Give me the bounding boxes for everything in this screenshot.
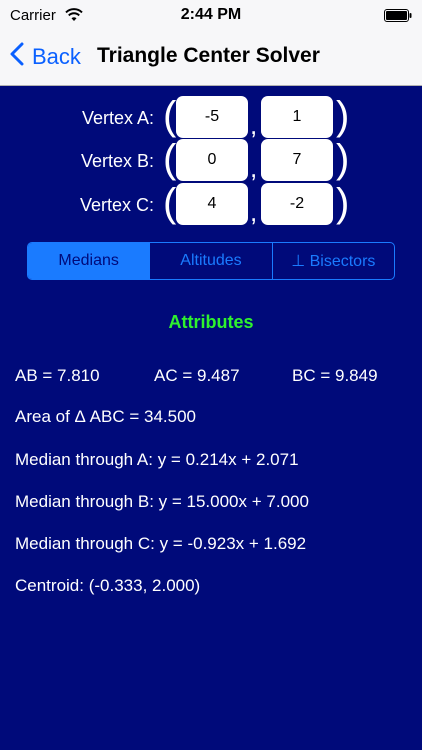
vertex-c-y-input[interactable] — [261, 183, 333, 225]
chevron-left-icon — [10, 42, 24, 72]
median-a-equation: Median through A: y = 0.214x + 2.071 — [15, 450, 299, 469]
attributes-heading: Attributes — [168, 312, 254, 332]
centroid-result: Centroid: (-0.333, 2.000) — [15, 576, 201, 595]
close-paren: ) — [336, 94, 350, 138]
vertex-b-row: Vertex B: ( , ) — [0, 137, 422, 183]
vertex-a-row: Vertex A: ( , ) — [0, 94, 422, 140]
vertex-b-y-input[interactable] — [261, 139, 333, 181]
vertex-a-label: Vertex A: — [81, 108, 154, 128]
triangle-area: Area of Δ ABC = 34.500 — [15, 407, 196, 426]
vertex-c-x-input[interactable] — [176, 183, 248, 225]
tab-perpendicular-bisectors[interactable]: ⊥ Bisectors — [273, 243, 394, 279]
vertex-c-row: Vertex C: ( , ) — [0, 181, 422, 227]
median-c-equation: Median through C: y = -0.923x + 1.692 — [15, 534, 307, 553]
vertex-b-x-input[interactable] — [176, 139, 248, 181]
vertex-c-label: Vertex C: — [79, 195, 154, 215]
side-ac-length: AC = 9.487 — [154, 366, 240, 385]
vertex-b-label: Vertex B: — [80, 151, 154, 171]
close-paren: ) — [336, 137, 350, 181]
vertex-a-y-input[interactable] — [261, 96, 333, 138]
page-title: Triangle Center Solver — [97, 44, 320, 67]
open-paren: ( — [163, 181, 177, 225]
comma: , — [250, 197, 258, 227]
back-label: Back — [32, 44, 81, 69]
side-bc-length: BC = 9.849 — [292, 366, 378, 385]
open-paren: ( — [163, 137, 177, 181]
vertex-a-x-input[interactable] — [176, 96, 248, 138]
tab-medians[interactable]: Medians — [28, 243, 151, 279]
battery-icon — [384, 9, 412, 27]
center-type-segmented-control: Medians Altitudes ⊥ Bisectors — [27, 242, 395, 280]
open-paren: ( — [163, 94, 177, 138]
back-button[interactable]: Back — [10, 42, 81, 72]
median-b-equation: Median through B: y = 15.000x + 7.000 — [15, 492, 309, 511]
status-bar: Carrier 2:44 PM — [0, 0, 422, 30]
close-paren: ) — [336, 181, 350, 225]
clock: 2:44 PM — [180, 6, 242, 23]
comma: , — [250, 110, 258, 140]
side-ab-length: AB = 7.810 — [15, 366, 100, 385]
comma: , — [250, 153, 258, 183]
navigation-bar: Back Triangle Center Solver — [0, 30, 422, 86]
tab-altitudes[interactable]: Altitudes — [150, 243, 273, 279]
